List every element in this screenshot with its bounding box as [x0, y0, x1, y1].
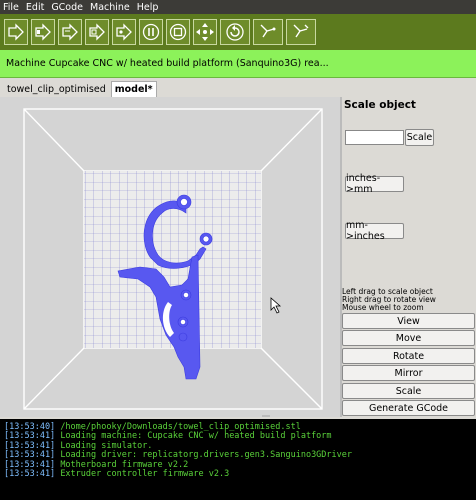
console-log[interactable]: [13:53:40] /home/phooky/Downloads/towel_… [0, 419, 476, 500]
simulate-button[interactable] [4, 19, 28, 45]
menu-edit[interactable]: Edit [26, 2, 44, 13]
play-icon [35, 23, 51, 41]
stop-button[interactable] [166, 19, 190, 45]
reset-icon [226, 23, 244, 41]
tab-model[interactable]: model* [110, 81, 157, 97]
build-icon [89, 23, 105, 41]
hint-mouse-wheel: Mouse wheel to zoom [342, 303, 424, 312]
reset-button[interactable] [220, 19, 250, 45]
play-icon [116, 23, 132, 41]
log-message: Extruder controller firmware v2.3 [60, 469, 230, 480]
menu-gcode[interactable]: GCode [51, 2, 83, 13]
inches-to-mm-button[interactable]: inches->mm [345, 173, 404, 195]
move-icon [196, 23, 214, 41]
connect-button[interactable] [253, 19, 283, 45]
machine-icon [293, 24, 309, 38]
scale-button[interactable]: Scale [342, 383, 475, 399]
menu-bar: File Edit GCode Machine Help [0, 0, 476, 14]
panel-title: Scale object [344, 99, 416, 111]
menu-machine[interactable]: Machine [90, 2, 130, 13]
machine-status-text: Machine Cupcake CNC w/ heated build plat… [6, 58, 329, 69]
pause-button[interactable] [139, 19, 163, 45]
scale-apply-button[interactable]: Scale [405, 129, 434, 146]
view-button[interactable]: View [342, 313, 475, 329]
log-line: [13:53:41] Extruder controller firmware … [4, 469, 472, 480]
pause-icon [142, 23, 160, 41]
scale-input[interactable] [345, 130, 404, 145]
machine-status-bar: Machine Cupcake CNC w/ heated build plat… [0, 50, 476, 78]
play-icon [8, 23, 24, 41]
rotate-button[interactable]: Rotate [342, 348, 475, 364]
stop-icon [169, 23, 187, 41]
build-to-file-button[interactable] [85, 19, 109, 45]
log-timestamp: [13:53:41] [4, 469, 56, 480]
move-button[interactable]: Move [342, 330, 475, 346]
menu-help[interactable]: Help [137, 2, 159, 13]
build-icon [62, 23, 78, 41]
upload-button[interactable] [112, 19, 136, 45]
menu-file[interactable]: File [3, 2, 19, 13]
test-icon [260, 24, 276, 38]
control-panel-button[interactable] [193, 19, 217, 45]
simulate-play-button[interactable] [31, 19, 55, 45]
mm-to-inches-button[interactable]: mm->inches [345, 220, 404, 242]
toolbar [0, 14, 476, 50]
model-viewport[interactable] [0, 97, 340, 417]
mirror-button[interactable]: Mirror [342, 365, 475, 381]
generate-gcode-button[interactable]: Generate GCode [342, 400, 475, 416]
disconnect-button[interactable] [286, 19, 316, 45]
tool-panel: Scale object Scale inches->mm mm->inches… [342, 97, 476, 417]
file-tabs: towel_clip_optimised model* [0, 79, 476, 97]
tab-gcode[interactable]: towel_clip_optimised [4, 81, 109, 97]
build-button[interactable] [58, 19, 82, 45]
build-volume-view[interactable] [0, 97, 340, 417]
